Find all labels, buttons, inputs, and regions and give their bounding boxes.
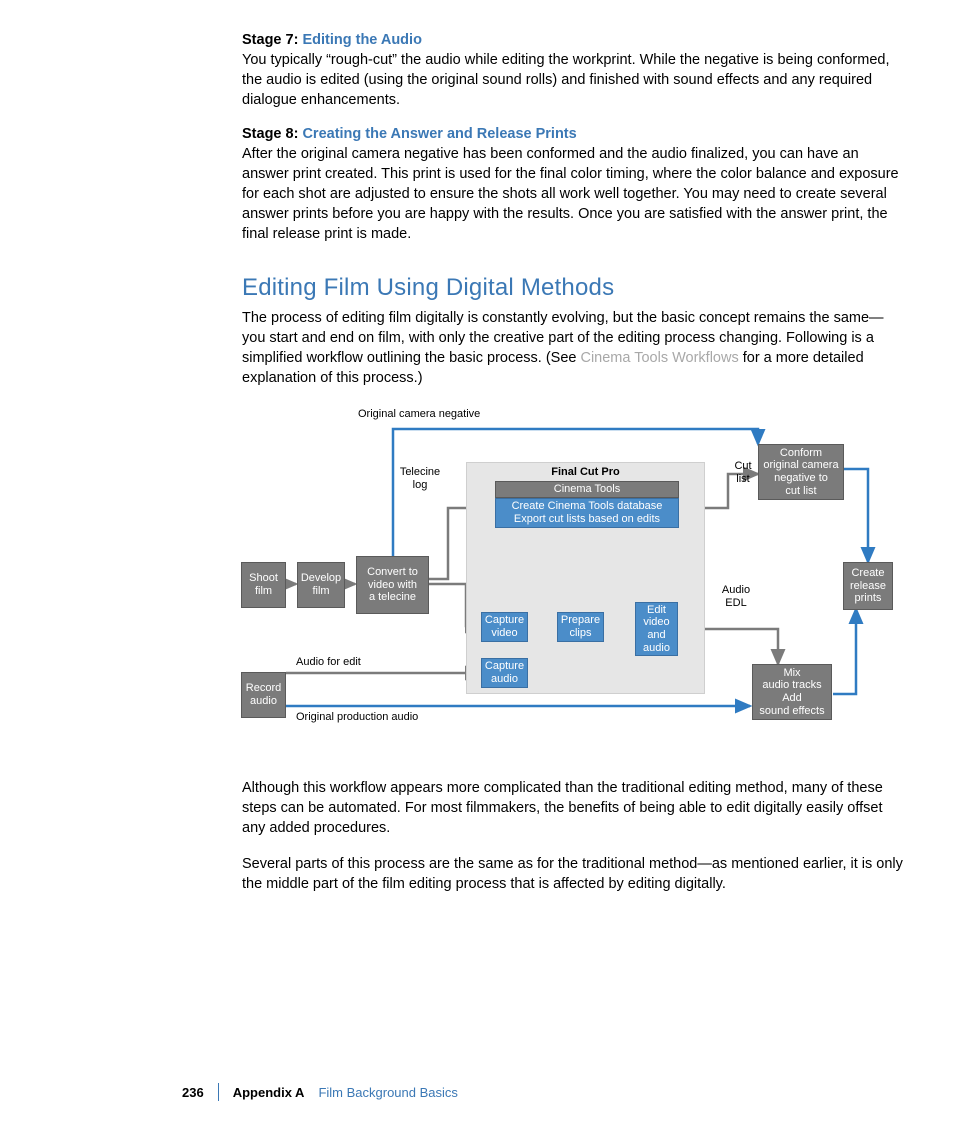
appendix-label: Appendix A — [233, 1085, 305, 1100]
stage7-link[interactable]: Editing the Audio — [302, 32, 421, 48]
stage8-label: Stage 8: — [242, 126, 298, 142]
label-cut-list: Cutlist — [728, 460, 758, 485]
page-footer: 236 Appendix A Film Background Basics — [0, 1083, 954, 1101]
section-title: Editing Film Using Digital Methods — [242, 274, 904, 302]
workflow-diagram: Original camera negative Telecinelog Cut… — [238, 404, 898, 764]
ct-database: Create Cinema Tools database Export cut … — [495, 498, 679, 528]
box-conform: Conformoriginal cameranegative tocut lis… — [758, 444, 844, 500]
box-create-release: Createreleaseprints — [843, 562, 893, 610]
box-mix: Mixaudio tracksAddsound effects — [752, 664, 832, 720]
stage8-head: Stage 8: Creating the Answer and Release… — [242, 126, 904, 142]
cinema-tools-link[interactable]: Cinema Tools Workflows — [580, 350, 738, 366]
box-record: Recordaudio — [241, 672, 286, 718]
ct-line1: Create Cinema Tools database — [512, 500, 663, 513]
box-convert: Convert tovideo witha telecine — [356, 556, 429, 614]
label-ocn: Original camera negative — [358, 408, 480, 421]
label-opa: Original production audio — [296, 711, 418, 724]
box-develop: Developfilm — [297, 562, 345, 608]
stage8-link[interactable]: Creating the Answer and Release Prints — [302, 126, 576, 142]
page-number: 236 — [182, 1085, 204, 1100]
label-telecine-log: Telecinelog — [395, 466, 445, 491]
box-capture-video: Capturevideo — [481, 612, 528, 642]
box-prepare: Prepareclips — [557, 612, 604, 642]
appendix-subtitle: Film Background Basics — [318, 1085, 457, 1100]
after-para1: Although this workflow appears more comp… — [242, 778, 904, 838]
stage7-head: Stage 7: Editing the Audio — [242, 32, 904, 48]
after-para2: Several parts of this process are the sa… — [242, 854, 904, 894]
section-intro: The process of editing film digitally is… — [242, 308, 904, 388]
footer-separator — [218, 1083, 219, 1101]
fcp-title: Final Cut Pro — [467, 463, 704, 481]
label-audio-edit: Audio for edit — [296, 656, 361, 669]
box-shoot: Shootfilm — [241, 562, 286, 608]
box-edit: Editvideoandaudio — [635, 602, 678, 656]
ct-title: Cinema Tools — [495, 481, 679, 498]
label-audio-edl: AudioEDL — [716, 584, 756, 609]
stage7-label: Stage 7: — [242, 32, 298, 48]
ct-line2: Export cut lists based on edits — [514, 513, 660, 526]
stage7-body: You typically “rough-cut” the audio whil… — [242, 50, 904, 110]
stage8-body: After the original camera negative has b… — [242, 144, 904, 244]
box-capture-audio: Captureaudio — [481, 658, 528, 688]
